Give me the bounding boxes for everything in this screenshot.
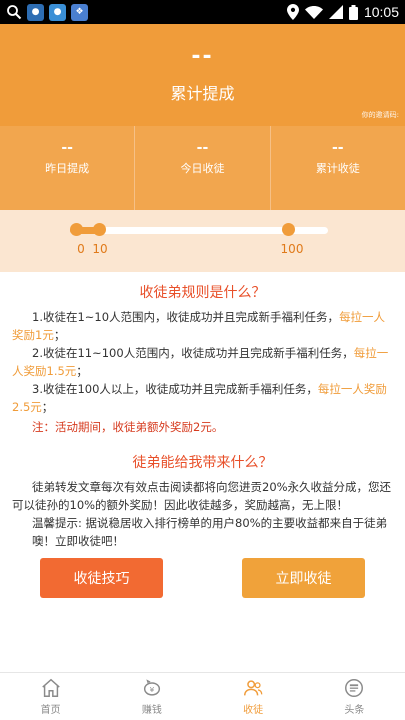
stat-label: 昨日提成 <box>45 162 90 175</box>
stat-label: 今日收徒 <box>180 162 225 175</box>
nav-item-earn[interactable]: ¥ 赚钱 <box>101 673 202 720</box>
milestone-dot <box>93 223 106 236</box>
svg-text:¥: ¥ <box>150 685 155 694</box>
battery-icon <box>348 4 358 20</box>
invite-code-label: 你的邀请码: <box>361 111 399 119</box>
stat-value: -- <box>196 140 209 156</box>
total-commission-label: 累计提成 <box>170 84 235 103</box>
rules-note: 注：活动期间，收徒弟额外奖励2元。 <box>32 420 224 434</box>
users-icon <box>244 680 263 696</box>
benefits-section: 徒弟能给我带来什么？ 徒弟转发文章每次有效点击阅读都将向您进贡20%永久收益分成… <box>0 452 405 550</box>
status-bar: ● ● ❖ 10:05 <box>0 0 405 24</box>
stats-row: -- 昨日提成 -- 今日收徒 -- 累计收徒 <box>0 126 405 210</box>
total-commission-value: -- <box>191 44 214 69</box>
stat-yesterday-commission: -- 昨日提成 <box>0 126 134 210</box>
signal-icon <box>328 5 343 19</box>
milestone-label: 10 <box>92 242 108 256</box>
milestone-label: 100 <box>280 242 304 256</box>
benefits-paragraph: 徒弟转发文章每次有效点击阅读都将向您进贡20%永久收益分成，您还可以徒孙的10%… <box>12 480 392 512</box>
stat-label: 累计收徒 <box>315 162 360 175</box>
nav-label: 赚钱 <box>141 705 162 716</box>
stat-total-apprentices: -- 累计收徒 <box>269 126 405 210</box>
bottom-nav: 首页 ¥ 赚钱 收徒 头条 <box>0 672 405 720</box>
recruit-progress: 0 10 100 <box>0 210 405 272</box>
nav-item-home[interactable]: 首页 <box>0 673 101 720</box>
milestone-dot <box>70 223 83 236</box>
recruit-tips-button[interactable]: 收徒技巧 <box>40 558 163 598</box>
rules-title: 收徒弟规则是什么？ <box>139 285 266 301</box>
recruit-now-button[interactable]: 立即收徒 <box>242 558 365 598</box>
paw-icon: ❖ <box>71 3 88 21</box>
rules-section: 收徒弟规则是什么？ 1.收徒在1~10人范围内，收徒成功并且完成新手福利任务，每… <box>0 282 405 436</box>
search-icon <box>7 5 22 20</box>
benefits-title: 徒弟能给我带来什么？ <box>132 455 273 471</box>
milestone-dot <box>282 223 295 236</box>
piggy-bank-icon: ¥ <box>143 679 160 696</box>
rule-item: 1.收徒在1~10人范围内，收徒成功并且完成新手福利任务，每拉一人奖励1元； <box>12 310 386 342</box>
stat-value: -- <box>61 140 73 156</box>
app-icon: ● <box>49 3 66 21</box>
nav-label: 头条 <box>344 705 365 716</box>
milestone-label: 0 <box>77 242 85 256</box>
nav-label: 首页 <box>40 705 61 716</box>
nav-label: 收徒 <box>243 705 264 716</box>
nav-item-recruit[interactable]: 收徒 <box>203 673 304 720</box>
app-icon: ● <box>27 3 44 21</box>
home-icon <box>41 678 60 697</box>
stat-value: -- <box>332 140 344 156</box>
news-icon <box>345 679 364 697</box>
clock: 10:05 <box>363 4 399 20</box>
rule-item: 2.收徒在11~100人范围内，收徒成功并且完成新手福利任务，每拉一人奖励1.5… <box>12 346 389 378</box>
benefits-tip: 温馨提示: 据说稳居收入排行榜单的用户80%的主要收益都来自于徒弟噢！立即收徒吧… <box>32 516 388 548</box>
wifi-icon <box>304 6 323 19</box>
nav-item-news[interactable]: 头条 <box>304 673 405 720</box>
rule-item: 3.收徒在100人以上，收徒成功并且完成新手福利任务，每拉一人奖励2.5元； <box>12 382 387 414</box>
stat-today-apprentices: -- 今日收徒 <box>134 126 269 210</box>
location-icon <box>286 4 299 20</box>
commission-header: -- 累计提成 你的邀请码: <box>0 24 405 126</box>
